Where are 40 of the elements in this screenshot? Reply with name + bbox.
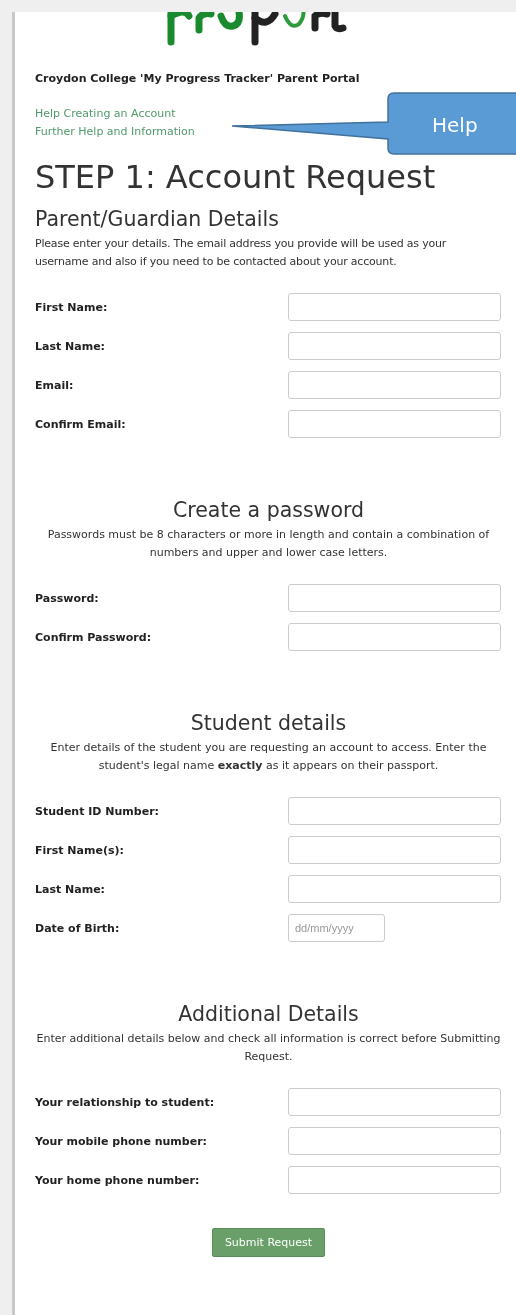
- section-intro: Please enter your details. The email address you provide will be used as your username and also if you need to be contacted about your account.: [35, 236, 448, 270]
- callout-text: Help: [432, 113, 478, 137]
- input-field[interactable]: [288, 1166, 501, 1194]
- field-label: Date of Birth:: [35, 921, 121, 935]
- input-field[interactable]: [288, 584, 501, 612]
- field-label: Your home phone number:: [35, 1173, 201, 1187]
- field-label: Email:: [35, 378, 75, 392]
- section-heading: Create a password: [171, 497, 365, 524]
- input-field[interactable]: [288, 797, 501, 825]
- field-label: Last Name:: [35, 882, 107, 896]
- help-link[interactable]: Help Creating an Account: [35, 105, 176, 123]
- portal-title: Croydon College 'My Progress Tracker' Parent Portal: [35, 72, 361, 85]
- help-link[interactable]: Further Help and Information: [35, 123, 195, 141]
- input-field[interactable]: [288, 1088, 501, 1116]
- field-label: Last Name:: [35, 339, 107, 353]
- input-field[interactable]: [288, 836, 501, 864]
- input-field[interactable]: [288, 332, 501, 360]
- input-field[interactable]: [288, 410, 501, 438]
- page-heading: STEP 1: Account Request: [35, 157, 437, 197]
- section-heading: Parent/Guardian Details: [35, 206, 280, 233]
- field-label: First Name(s):: [35, 843, 125, 857]
- section-intro: Enter additional details below and check all information is correct before Submitting Request.: [35, 1031, 502, 1065]
- field-label: Your mobile phone number:: [35, 1134, 208, 1148]
- input-field[interactable]: [288, 293, 501, 321]
- section-heading: Student details: [189, 710, 348, 737]
- section-heading: Additional Details: [177, 1001, 360, 1028]
- section-intro: Passwords must be 8 characters or more in length and contain a combination of numbers and upper and lower case letters.: [46, 527, 491, 561]
- field-label: Student ID Number:: [35, 804, 160, 818]
- field-label: Your relationship to student:: [35, 1095, 216, 1109]
- field-label: Password:: [35, 591, 100, 605]
- submit-button[interactable]: Submit Request: [211, 1228, 326, 1257]
- section-intro: Enter details of the student you are requesting an account to access. Enter the student's legal name exactly as it appears on their passport.: [49, 740, 488, 774]
- input-field[interactable]: [288, 623, 501, 651]
- field-label: First Name:: [35, 300, 109, 314]
- date-field[interactable]: dd/mm/yyyy: [288, 914, 385, 942]
- field-label: Confirm Email:: [35, 417, 127, 431]
- field-label: Confirm Password:: [35, 630, 153, 644]
- input-field[interactable]: [288, 371, 501, 399]
- input-field[interactable]: [288, 1127, 501, 1155]
- input-field[interactable]: [288, 875, 501, 903]
